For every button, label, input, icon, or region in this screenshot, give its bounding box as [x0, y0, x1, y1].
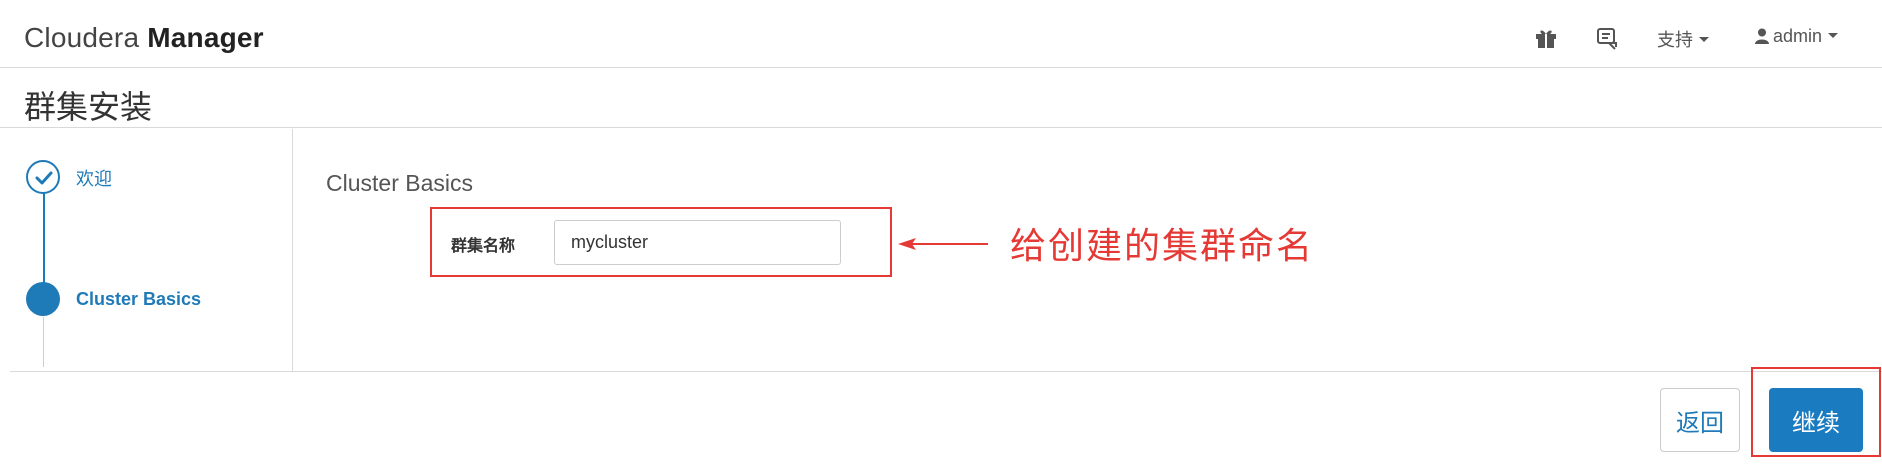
- support-menu[interactable]: 支持: [1657, 26, 1709, 52]
- support-label: 支持: [1657, 30, 1693, 51]
- annotation-text: 给创建的集群命名: [1010, 226, 1315, 267]
- step-current-indicator: [26, 282, 60, 316]
- step-connector-pending: [43, 317, 44, 367]
- annotation-arrow-icon: [898, 238, 988, 250]
- page-heading: 群集安装: [0, 68, 1882, 128]
- annotation-highlight-box-continue: [1751, 367, 1881, 457]
- app-brand[interactable]: Cloudera Manager: [24, 22, 264, 54]
- page-title: 群集安装: [24, 88, 153, 126]
- brand-name-bold: Manager: [147, 22, 264, 53]
- wizard-steps: 欢迎 Cluster Basics: [0, 129, 293, 371]
- chevron-down-icon: [1828, 32, 1839, 38]
- cluster-name-label: 群集名称: [451, 236, 516, 255]
- section-title: Cluster Basics: [326, 170, 473, 196]
- top-navbar: Cloudera Manager 支持 admin: [0, 0, 1882, 68]
- step-welcome[interactable]: 欢迎: [76, 165, 112, 191]
- user-label: admin: [1773, 26, 1823, 46]
- feedback-icon[interactable]: [1596, 28, 1618, 50]
- footer-divider: [10, 371, 1882, 372]
- user-icon: [1755, 28, 1769, 44]
- checkmark-icon: [35, 171, 53, 185]
- cluster-name-input[interactable]: [554, 220, 841, 265]
- gift-icon[interactable]: [1535, 28, 1557, 48]
- step-completed-indicator: [26, 160, 60, 194]
- back-button[interactable]: 返回: [1660, 388, 1740, 452]
- user-menu[interactable]: admin: [1755, 26, 1839, 47]
- step-cluster-basics: Cluster Basics: [76, 289, 202, 309]
- brand-name-light: Cloudera: [24, 22, 140, 53]
- chevron-down-icon: [1699, 36, 1709, 42]
